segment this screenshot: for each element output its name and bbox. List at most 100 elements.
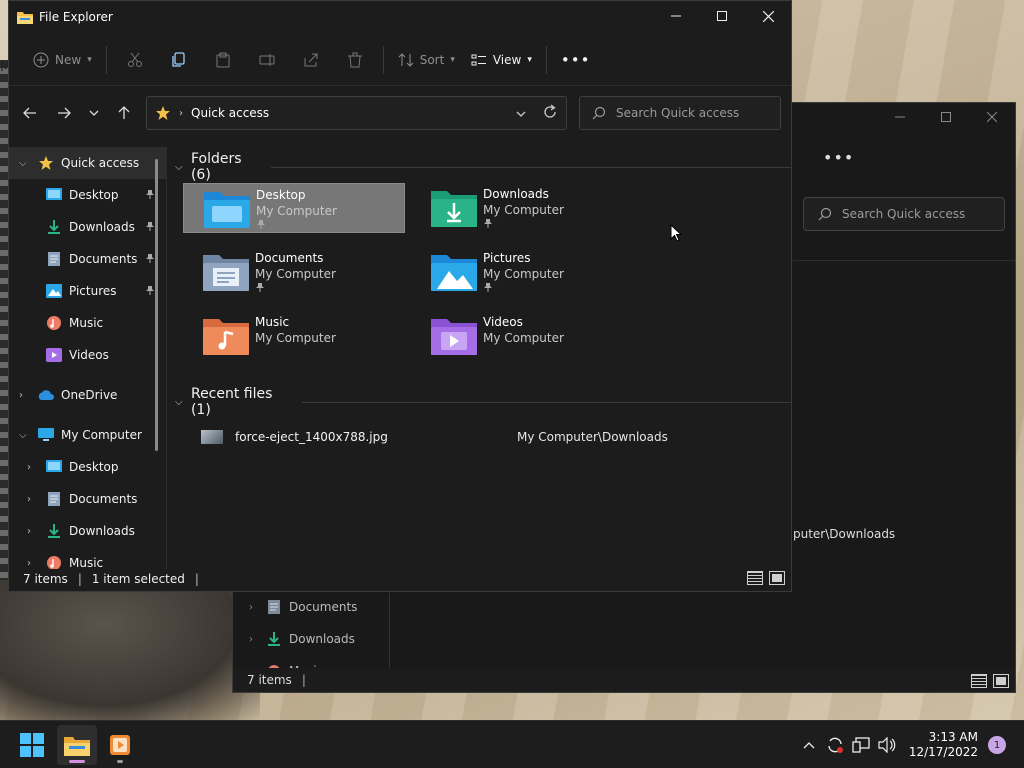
notification-badge[interactable]: 1	[988, 736, 1006, 754]
delete-button[interactable]	[339, 42, 371, 78]
system-tray: 3:13 AM 12/17/2022 1	[797, 721, 1024, 768]
title-bar[interactable]: File Explorer	[9, 1, 791, 33]
chevron-down-icon[interactable]: ⌵	[19, 158, 31, 169]
chevron-down-icon: ⌵	[175, 161, 183, 173]
window-title: File Explorer	[39, 10, 113, 24]
chevron-right-icon[interactable]: ›	[27, 526, 39, 537]
clock[interactable]: 3:13 AM 12/17/2022	[909, 730, 978, 760]
cut-icon	[127, 52, 142, 67]
recent-locations-button[interactable]	[81, 97, 107, 129]
folder-tile-music[interactable]: Music My Computer	[183, 311, 405, 361]
content-pane: ⌵ Folders (6) Desktop My Computer Download…	[167, 147, 791, 569]
background-search-input[interactable]: Search Quick access	[803, 197, 1005, 231]
cut-button[interactable]	[119, 42, 151, 78]
back-button[interactable]	[13, 97, 47, 129]
share-button[interactable]	[295, 42, 327, 78]
address-bar[interactable]: › Quick access	[146, 96, 567, 130]
sidebar-item-label: Downloads	[69, 524, 135, 538]
documents-folder-icon	[203, 251, 249, 291]
maximize-button[interactable]	[699, 1, 745, 31]
background-caption-buttons	[877, 103, 1015, 131]
folder-tile-downloads[interactable]: Downloads My Computer	[411, 183, 633, 233]
command-separator	[382, 46, 384, 74]
folder-location: My Computer	[483, 331, 564, 345]
folders-group-header[interactable]: ⌵ Folders (6)	[175, 151, 791, 183]
videos-icon	[45, 347, 63, 363]
background-more-button[interactable]: •••	[823, 148, 854, 167]
sidebar-item-documents[interactable]: › Documents	[9, 483, 167, 515]
sidebar-item-desktop[interactable]: Desktop	[9, 179, 167, 211]
share-icon	[304, 53, 318, 67]
background-nav-item-downloads[interactable]: › Downloads	[233, 623, 393, 655]
details-view-button[interactable]	[747, 571, 763, 585]
search-input[interactable]: Search Quick access	[579, 96, 781, 130]
navigation-pane-scrollbar[interactable]	[155, 159, 158, 451]
minimize-button[interactable]	[653, 1, 699, 31]
details-view-button[interactable]	[971, 674, 987, 688]
background-nav-item-documents[interactable]: › Documents	[233, 591, 393, 623]
download-icon	[45, 523, 63, 539]
sidebar-item-videos[interactable]: Videos	[9, 339, 167, 371]
chevron-down-icon[interactable]: ⌵	[19, 430, 31, 441]
taskbar-media-player-button[interactable]	[100, 725, 140, 765]
copy-button[interactable]	[163, 42, 195, 78]
sidebar-item-documents[interactable]: Documents	[9, 243, 167, 275]
volume-button[interactable]	[875, 733, 899, 757]
sidebar-item-music[interactable]: › Music	[9, 547, 167, 569]
address-dropdown-button[interactable]	[516, 106, 526, 120]
sidebar-item-downloads[interactable]: › Downloads	[9, 515, 167, 547]
sort-button[interactable]: Sort ▾	[390, 42, 463, 78]
view-button[interactable]: View ▾	[463, 42, 540, 78]
more-options-button[interactable]: •••	[553, 42, 599, 78]
forward-button[interactable]	[47, 97, 81, 129]
background-close-button[interactable]	[969, 103, 1015, 131]
chevron-right-icon[interactable]: ›	[19, 390, 31, 401]
tiles-view-button[interactable]	[769, 571, 785, 585]
rename-button[interactable]	[251, 42, 283, 78]
background-pane-separator	[389, 593, 390, 673]
sync-status-button[interactable]	[823, 733, 847, 757]
sidebar-item-downloads[interactable]: Downloads	[9, 211, 167, 243]
navigation-pane: ⌵ Quick access Desktop Downloads Documents Pi…	[9, 147, 167, 569]
chevron-right-icon[interactable]: ›	[27, 494, 39, 505]
breadcrumb-quick-access[interactable]: Quick access	[191, 106, 269, 120]
folder-tile-pictures[interactable]: Pictures My Computer	[411, 247, 633, 297]
background-maximize-button[interactable]	[923, 103, 969, 131]
status-separator: |	[194, 572, 199, 586]
network-button[interactable]	[849, 733, 873, 757]
windows-start-icon[interactable]	[20, 733, 44, 757]
sidebar-item-quick-access[interactable]: ⌵ Quick access	[9, 147, 167, 179]
folder-location: My Computer	[483, 267, 564, 281]
background-minimize-button[interactable]	[877, 103, 923, 131]
chevron-right-icon[interactable]: ›	[27, 462, 39, 473]
recent-files-group-header[interactable]: ⌵ Recent files (1)	[175, 386, 791, 418]
tiles-view-button[interactable]	[993, 674, 1009, 688]
sidebar-item-onedrive[interactable]: › OneDrive	[9, 379, 167, 411]
up-button[interactable]	[107, 97, 141, 129]
folder-tile-documents[interactable]: Documents My Computer	[183, 247, 405, 297]
refresh-button[interactable]	[542, 104, 558, 123]
sidebar-item-desktop[interactable]: › Desktop	[9, 451, 167, 483]
close-button[interactable]	[745, 1, 791, 31]
sidebar-item-label: Documents	[69, 252, 138, 266]
document-icon	[268, 600, 280, 614]
file-explorer-window[interactable]: File Explorer New ▾ Sort ▾ View ▾ ••• › …	[8, 0, 792, 592]
new-button[interactable]: New ▾	[25, 42, 100, 78]
sidebar-item-music[interactable]: Music	[9, 307, 167, 339]
show-hidden-icons-button[interactable]	[797, 733, 821, 757]
sidebar-item-pictures[interactable]: Pictures	[9, 275, 167, 307]
chevron-down-icon: ▾	[527, 55, 532, 65]
folder-location: My Computer	[256, 204, 337, 218]
background-status-bar: 7 items |	[233, 668, 1015, 692]
arrow-left-icon	[23, 107, 36, 119]
recent-file-row[interactable]: force-eject_1400x788.jpg My Computer\Dow…	[201, 425, 781, 449]
chevron-right-icon: ›	[249, 601, 253, 613]
taskbar-file-explorer-button[interactable]	[57, 725, 97, 765]
paste-button[interactable]	[207, 42, 239, 78]
desktop-icon	[45, 187, 63, 203]
sidebar-item-my-computer[interactable]: ⌵ My Computer	[9, 419, 167, 451]
folder-tile-videos[interactable]: Videos My Computer	[411, 311, 633, 361]
folder-tile-desktop[interactable]: Desktop My Computer	[183, 183, 405, 233]
